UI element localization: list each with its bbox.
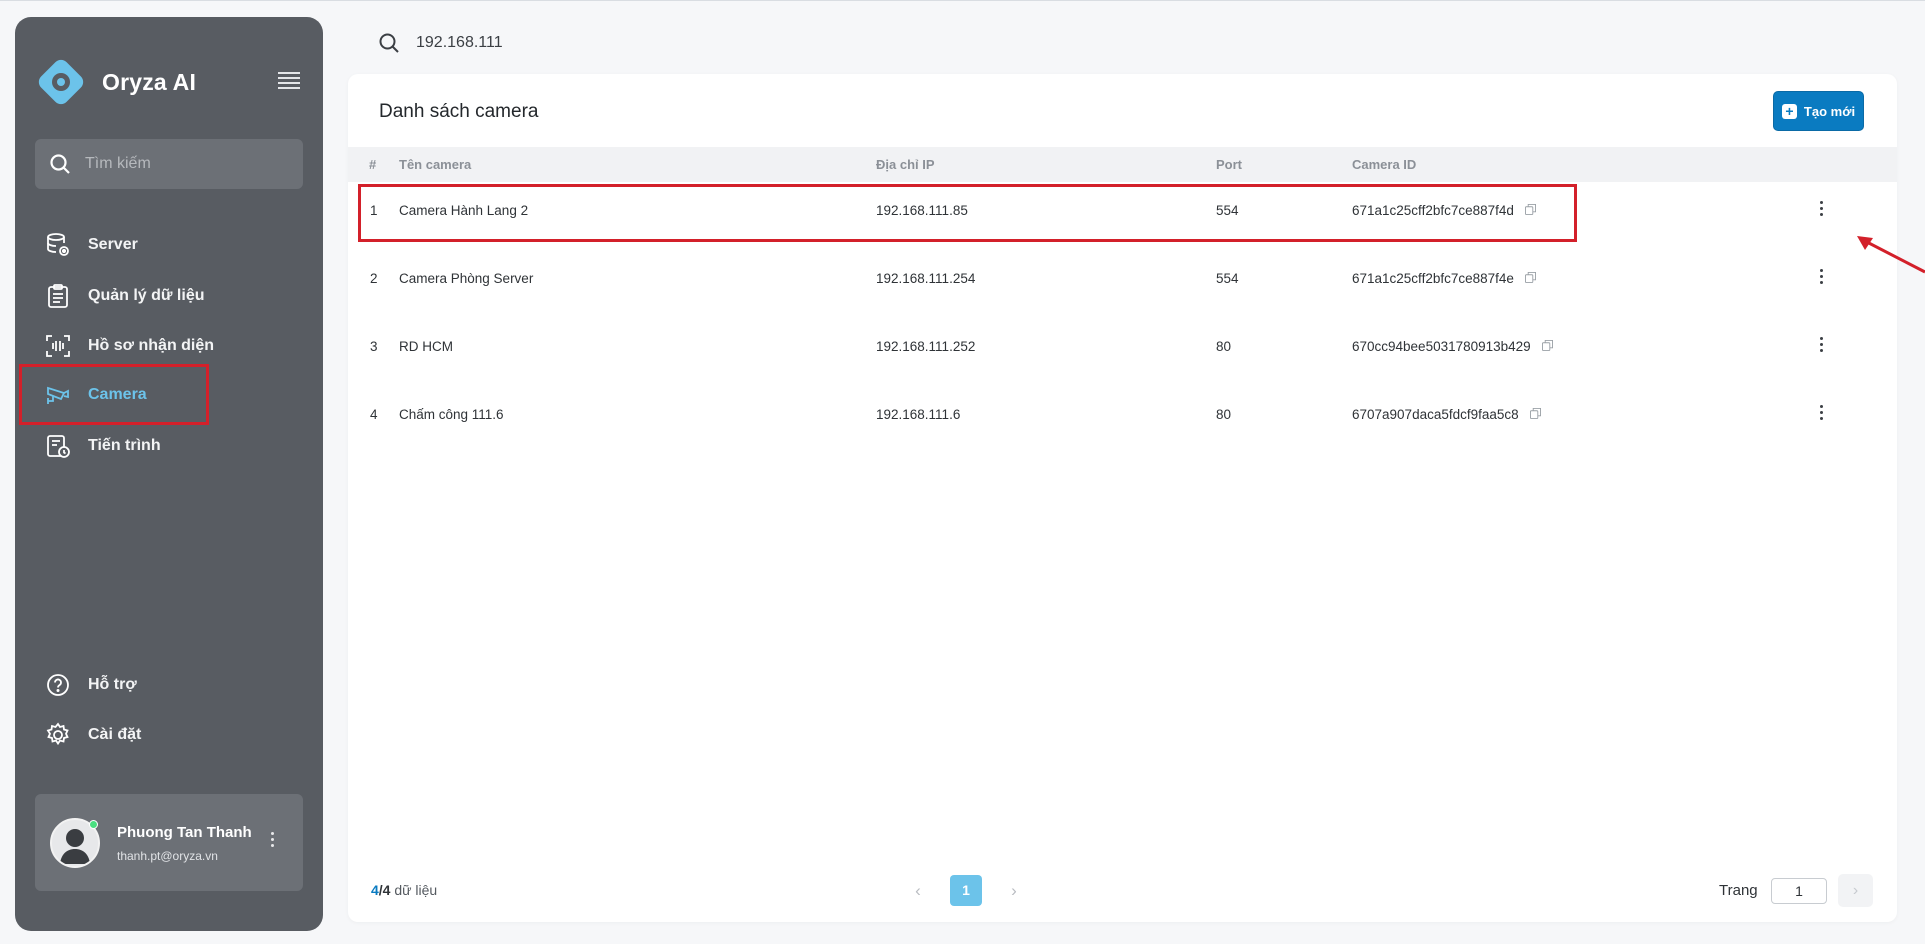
sidebar-item-server[interactable]: Server <box>35 223 303 267</box>
sidebar-item-settings[interactable]: Cài đặt <box>35 713 303 757</box>
camera-id: 671a1c25cff2bfc7ce887f4d <box>1352 203 1514 218</box>
copy-icon[interactable] <box>1541 340 1553 351</box>
sidebar-item-recognition-profile[interactable]: Hồ sơ nhận diện <box>35 324 303 368</box>
sidebar-item-label: Camera <box>88 385 147 403</box>
sidebar: Oryza AI Server Quản lý dữ liệu Hồ sơ nh… <box>15 17 323 931</box>
page-jump-input[interactable] <box>1771 878 1827 904</box>
camera-port: 554 <box>1216 203 1239 218</box>
camera-name: RD HCM <box>399 339 453 354</box>
top-divider <box>0 0 1925 1</box>
table-header: # Tên camera Địa chỉ IP Port Camera ID <box>348 147 1897 182</box>
menu-toggle-icon[interactable] <box>278 72 300 90</box>
camera-port: 80 <box>1216 407 1232 422</box>
camera-icon <box>47 386 69 404</box>
next-page-icon[interactable]: › <box>1004 881 1024 901</box>
camera-ip: 192.168.111.254 <box>876 271 976 286</box>
create-button[interactable]: + Tạo mới <box>1773 91 1864 131</box>
row-actions-icon[interactable] <box>1816 405 1826 427</box>
help-circle-icon <box>47 674 69 696</box>
brand[interactable]: Oryza AI <box>34 55 196 109</box>
sidebar-item-help[interactable]: Hỗ trợ <box>35 663 303 707</box>
sidebar-item-label: Hỗ trợ <box>88 676 137 693</box>
user-email: thanh.pt@oryza.vn <box>117 849 218 863</box>
sidebar-item-label: Hồ sơ nhận diện <box>88 337 215 354</box>
camera-port: 80 <box>1216 339 1232 354</box>
table-row[interactable]: 4 Chấm công 111.6 192.168.111.6 80 6707a… <box>348 382 1897 450</box>
page-label: Trang <box>1719 882 1758 899</box>
camera-name: Camera Phòng Server <box>399 271 534 286</box>
column-header-port[interactable]: Port <box>1216 157 1242 172</box>
camera-id: 6707a907daca5fdcf9faa5c8 <box>1352 407 1519 422</box>
sidebar-search-input[interactable] <box>85 155 285 173</box>
user-menu-icon[interactable] <box>268 832 276 852</box>
server-icon <box>47 233 69 256</box>
row-actions-icon[interactable] <box>1816 269 1826 291</box>
plus-icon: + <box>1781 103 1797 119</box>
record-count-suffix: dữ liệu <box>390 882 438 898</box>
camera-name: Chấm công 111.6 <box>399 407 504 422</box>
record-count-current: 4 <box>371 882 379 898</box>
copy-icon[interactable] <box>1529 408 1541 419</box>
camera-id: 671a1c25cff2bfc7ce887f4e <box>1352 271 1514 286</box>
top-search-input[interactable] <box>416 34 716 52</box>
table-row[interactable]: 3 RD HCM 192.168.111.252 80 670cc94bee50… <box>348 314 1897 382</box>
row-index: 1 <box>370 203 378 218</box>
page-jump-next-icon[interactable]: › <box>1838 874 1873 907</box>
camera-name: Camera Hành Lang 2 <box>399 203 529 218</box>
sidebar-item-label: Server <box>88 236 138 253</box>
column-header-index: # <box>369 157 377 172</box>
user-name: Phuong Tan Thanh <box>117 824 252 841</box>
page-title: Danh sách camera <box>379 101 539 122</box>
row-index: 3 <box>370 339 378 354</box>
online-status-dot <box>89 820 98 829</box>
clipboard-list-icon <box>48 284 68 308</box>
record-count-total: /4 <box>378 882 391 898</box>
camera-ip: 192.168.111.6 <box>876 407 961 422</box>
row-index: 2 <box>370 271 378 286</box>
camera-port: 554 <box>1216 271 1239 286</box>
prev-page-icon[interactable]: ‹ <box>908 881 928 901</box>
create-button-label: Tạo mới <box>1803 103 1856 119</box>
gear-icon <box>46 722 69 746</box>
user-card: Phuong Tan Thanh thanh.pt@oryza.vn <box>35 794 303 891</box>
oryza-logo-icon <box>38 59 84 105</box>
sidebar-item-camera[interactable]: Camera <box>19 364 209 425</box>
face-scan-icon <box>46 335 70 357</box>
column-header-camera-id[interactable]: Camera ID <box>1352 157 1416 172</box>
process-clock-icon <box>47 435 70 458</box>
sidebar-search[interactable] <box>35 139 303 189</box>
column-header-ip[interactable]: Địa chỉ IP <box>876 157 935 172</box>
row-actions-icon[interactable] <box>1816 337 1826 359</box>
camera-list-card: Danh sách camera + Tạo mới # Tên camera … <box>348 74 1897 922</box>
column-header-name[interactable]: Tên camera <box>399 157 471 172</box>
sidebar-item-data-management[interactable]: Quản lý dữ liệu <box>35 274 303 318</box>
pagination: ‹ 1 › <box>908 875 1024 906</box>
row-index: 4 <box>370 407 378 422</box>
camera-ip: 192.168.111.85 <box>876 203 968 218</box>
record-count: 4/4 dữ liệu <box>371 882 437 898</box>
camera-id: 670cc94bee5031780913b429 <box>1352 339 1531 354</box>
search-icon <box>379 33 399 53</box>
page-number[interactable]: 1 <box>950 875 982 906</box>
sidebar-item-process[interactable]: Tiến trình <box>35 424 303 468</box>
table-row[interactable]: 2 Camera Phòng Server 192.168.111.254 55… <box>348 246 1897 314</box>
sidebar-item-label: Tiến trình <box>88 437 161 454</box>
table-row[interactable]: 1 Camera Hành Lang 2 192.168.111.85 554 … <box>348 178 1897 246</box>
search-icon <box>50 154 70 174</box>
copy-icon[interactable] <box>1524 272 1536 283</box>
camera-ip: 192.168.111.252 <box>876 339 976 354</box>
copy-icon[interactable] <box>1524 204 1536 215</box>
brand-name: Oryza AI <box>102 68 197 95</box>
sidebar-item-label: Cài đặt <box>88 726 142 743</box>
sidebar-item-label: Quản lý dữ liệu <box>88 287 205 304</box>
row-actions-icon[interactable] <box>1816 201 1826 223</box>
top-search[interactable] <box>377 31 716 55</box>
annotation-arrow-icon <box>1857 236 1925 274</box>
